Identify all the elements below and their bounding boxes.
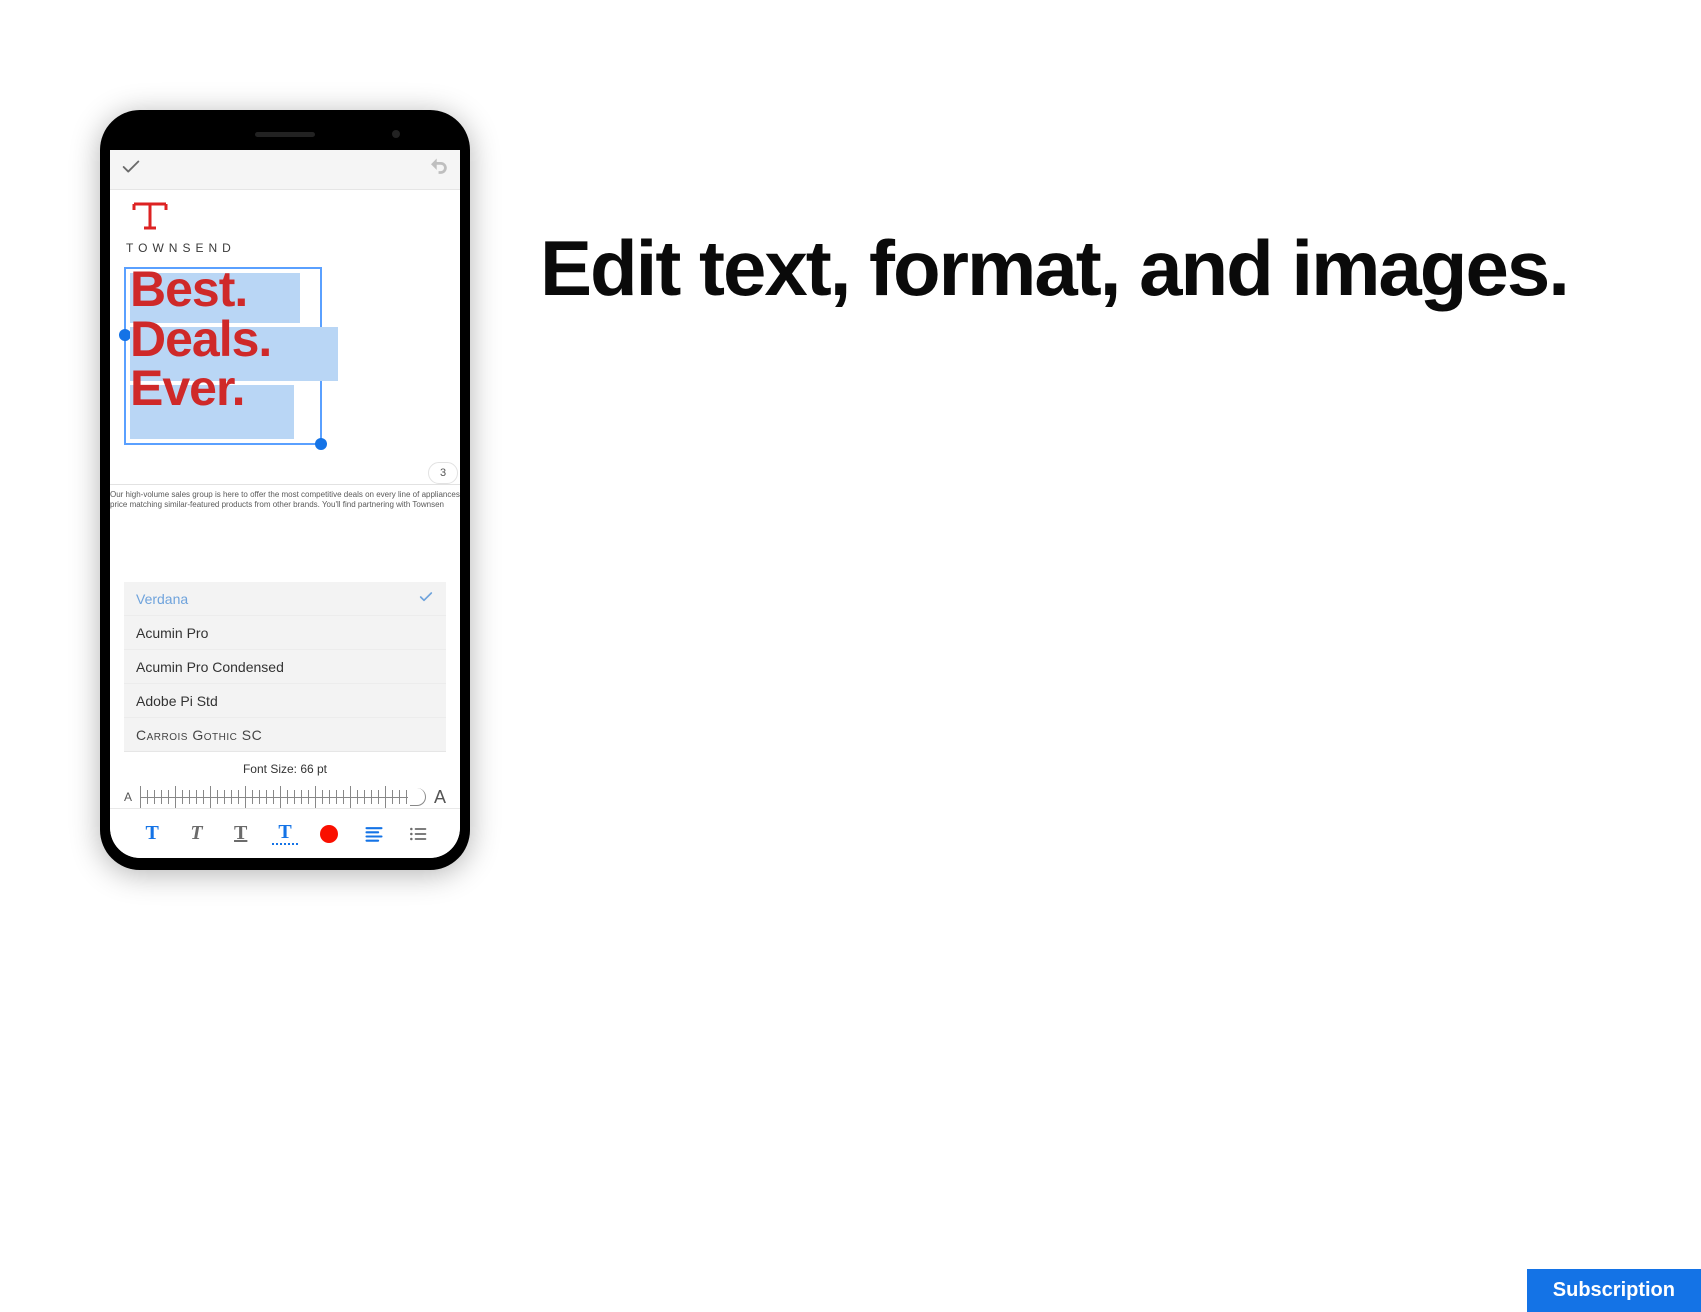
- font-label: Verdana: [136, 591, 188, 607]
- confirm-icon[interactable]: [120, 156, 142, 183]
- text-color-button[interactable]: T: [272, 823, 298, 845]
- phone-mockup: TOWNSEND Best. Deals. Ever. 3 Our high-v…: [100, 110, 470, 870]
- align-button[interactable]: [361, 821, 387, 847]
- font-option-acumin-pro-condensed[interactable]: Acumin Pro Condensed: [124, 650, 446, 684]
- font-label: Carrois Gothic SC: [136, 727, 262, 743]
- list-button[interactable]: [405, 821, 431, 847]
- document-canvas[interactable]: TOWNSEND Best. Deals. Ever. 3 Our high-v…: [110, 190, 460, 582]
- phone-screen: TOWNSEND Best. Deals. Ever. 3 Our high-v…: [110, 150, 460, 858]
- font-size-label: Font Size: 66 pt: [110, 762, 460, 776]
- phone-frame: TOWNSEND Best. Deals. Ever. 3 Our high-v…: [110, 120, 460, 858]
- body-paragraph[interactable]: Our high-volume sales group is here to o…: [110, 490, 460, 512]
- subscription-button[interactable]: Subscription: [1527, 1269, 1701, 1312]
- page-divider: [110, 484, 460, 485]
- promo-headline: Edit text, format, and images.: [540, 210, 1568, 327]
- phone-notch: [110, 120, 460, 150]
- brand-name: TOWNSEND: [126, 241, 446, 255]
- italic-button[interactable]: T: [183, 821, 209, 847]
- headline-text[interactable]: Best. Deals. Ever.: [130, 265, 271, 414]
- page-indicator[interactable]: 3: [428, 462, 458, 484]
- font-option-acumin-pro[interactable]: Acumin Pro: [124, 616, 446, 650]
- format-toolbar: T T T T: [110, 808, 460, 858]
- font-option-verdana[interactable]: Verdana: [124, 582, 446, 616]
- undo-icon[interactable]: [428, 156, 450, 183]
- bold-button[interactable]: T: [139, 821, 165, 847]
- small-a-icon: A: [124, 790, 132, 804]
- font-picker-panel: Verdana Acumin Pro Acumin Pro Condensed …: [124, 582, 446, 752]
- slider-track[interactable]: [140, 786, 426, 808]
- underline-button[interactable]: T: [228, 821, 254, 847]
- font-option-adobe-pi-std[interactable]: Adobe Pi Std: [124, 684, 446, 718]
- font-size-slider[interactable]: A A: [110, 776, 460, 808]
- font-label: Acumin Pro Condensed: [136, 659, 284, 675]
- font-label: Adobe Pi Std: [136, 693, 218, 709]
- fill-color-button[interactable]: [316, 821, 342, 847]
- font-label: Acumin Pro: [136, 625, 208, 641]
- font-option-carrois-gothic-sc[interactable]: Carrois Gothic SC: [124, 718, 446, 752]
- editor-toolbar: [110, 150, 460, 190]
- townsend-logo-icon: [130, 200, 446, 237]
- text-selection-box[interactable]: Best. Deals. Ever.: [124, 267, 322, 445]
- checkmark-icon: [418, 589, 434, 608]
- large-a-icon: A: [434, 787, 446, 808]
